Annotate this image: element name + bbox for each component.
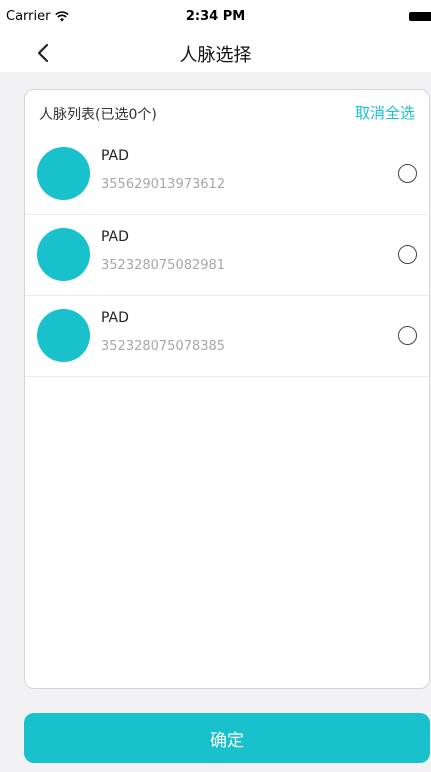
deselect-all-button[interactable]: 取消全选	[355, 102, 415, 123]
page-title: 人脉选择	[179, 45, 252, 66]
confirm-button[interactable]: 确定	[24, 713, 430, 763]
list-title: 人脉列表(已选0个)	[39, 107, 157, 123]
contact-id: 355629013973612	[101, 177, 226, 192]
contact-id: 352328075078385	[101, 339, 226, 354]
contact-row[interactable]: PAD 355629013973612	[25, 134, 429, 215]
status-bar: Carrier 2:34 PM	[0, 0, 431, 34]
contact-row[interactable]: PAD 352328075078385	[25, 296, 429, 377]
contact-name: PAD	[101, 148, 129, 164]
battery-icon	[409, 12, 431, 21]
avatar	[37, 228, 90, 281]
back-button[interactable]	[28, 38, 58, 68]
select-radio[interactable]	[398, 164, 417, 183]
list-header: 人脉列表(已选0个) 取消全选	[25, 90, 429, 134]
select-radio[interactable]	[398, 245, 417, 264]
chevron-left-icon	[37, 43, 49, 63]
contact-row[interactable]: PAD 352328075082981	[25, 215, 429, 296]
status-time: 2:34 PM	[185, 9, 246, 24]
contact-list-card: 人脉列表(已选0个) 取消全选 PAD 355629013973612 PAD …	[24, 89, 430, 689]
avatar	[37, 309, 90, 362]
contact-name: PAD	[101, 229, 129, 245]
contact-name: PAD	[101, 310, 129, 326]
navigation-bar: 人脉选择	[0, 34, 431, 72]
select-radio[interactable]	[398, 326, 417, 345]
avatar	[37, 147, 90, 200]
contact-id: 352328075082981	[101, 258, 226, 273]
